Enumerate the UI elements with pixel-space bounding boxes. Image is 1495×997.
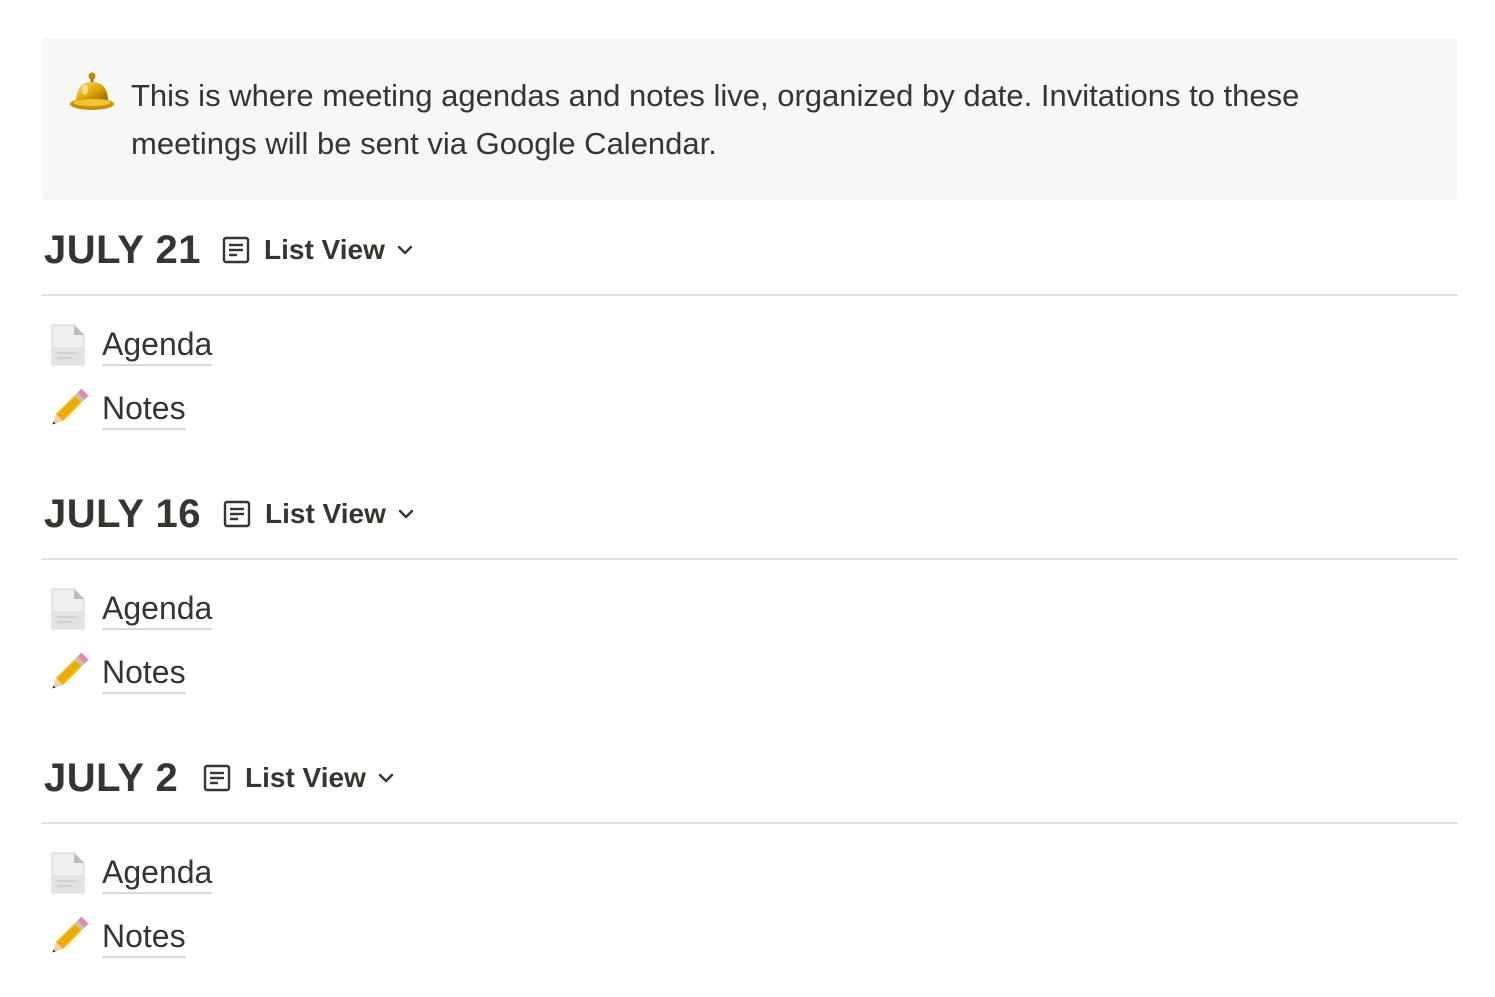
list-item-label: Agenda — [102, 852, 213, 894]
view-label: List View — [245, 762, 366, 793]
section-date-title: JULY 2 — [44, 756, 179, 800]
list-view-icon — [203, 764, 231, 792]
section-header: JULY 21 List View — [42, 200, 1458, 290]
list-view-icon — [223, 500, 251, 528]
section-date-title: JULY 21 — [44, 228, 201, 272]
date-section: JULY 2 List View — [42, 728, 1458, 828]
list-item-agenda[interactable]: Agenda — [46, 582, 213, 636]
section-date-title: JULY 16 — [44, 492, 201, 536]
section-divider — [42, 822, 1458, 824]
date-section: JULY 16 List View — [42, 464, 1458, 564]
view-switcher-button[interactable]: List View — [203, 758, 396, 798]
section-header: JULY 16 List View — [42, 464, 1458, 554]
pencil-icon — [52, 388, 89, 425]
list-item-label: Notes — [102, 652, 186, 694]
section-divider — [42, 294, 1458, 296]
document-icon — [51, 324, 85, 366]
list-item-label: Notes — [102, 916, 186, 958]
section-header: JULY 2 List View — [42, 728, 1458, 818]
section-divider — [42, 558, 1458, 560]
list-view-icon — [222, 236, 250, 264]
list-item-agenda[interactable]: Agenda — [46, 846, 213, 900]
date-section: JULY 21 List View — [42, 200, 1458, 460]
pencil-icon — [52, 652, 89, 689]
chevron-down-icon — [398, 509, 414, 519]
list-item-label: Agenda — [102, 324, 213, 366]
pencil-icon — [52, 916, 89, 953]
list-item-notes[interactable]: Notes — [46, 382, 186, 436]
list-item-label: Notes — [102, 388, 186, 430]
list-item-notes[interactable]: Notes — [46, 646, 186, 700]
callout-text: This is where meeting agendas and notes … — [131, 78, 1300, 161]
chevron-down-icon — [378, 773, 394, 783]
list-item-agenda[interactable]: Agenda — [46, 318, 213, 372]
view-switcher-button[interactable]: List View — [223, 494, 416, 534]
view-label: List View — [264, 234, 385, 265]
view-switcher-button[interactable]: List View — [222, 230, 415, 270]
document-icon — [51, 588, 85, 630]
callout-block: This is where meeting agendas and notes … — [42, 38, 1458, 200]
document-icon — [51, 852, 85, 894]
list-item-label: Agenda — [102, 588, 213, 630]
view-label: List View — [265, 498, 386, 529]
bell-icon — [70, 72, 114, 110]
list-item-notes[interactable]: Notes — [46, 910, 186, 964]
chevron-down-icon — [397, 245, 413, 255]
